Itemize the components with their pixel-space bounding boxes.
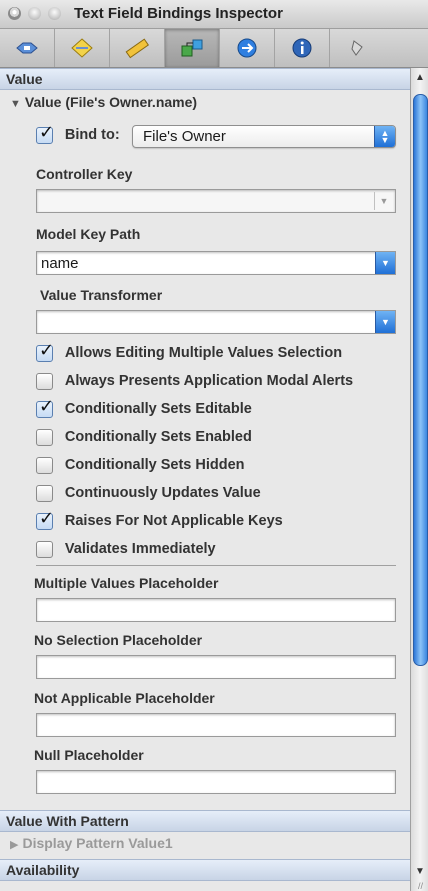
null-placeholder-label: Null Placeholder bbox=[34, 747, 144, 763]
combo-arrow-icon[interactable]: ▼ bbox=[375, 252, 395, 274]
connections-icon bbox=[237, 38, 257, 58]
controller-key-label: Controller Key bbox=[36, 166, 133, 182]
combo-arrow-icon[interactable]: ▼ bbox=[375, 311, 395, 333]
value-transformer-label: Value Transformer bbox=[40, 287, 163, 303]
option-checkbox[interactable]: ✓ bbox=[36, 396, 54, 418]
minimize-window-button[interactable] bbox=[28, 7, 41, 20]
multiple-values-placeholder-field[interactable] bbox=[36, 598, 396, 622]
controller-key-combobox[interactable]: ▼ bbox=[36, 189, 396, 213]
option-label: Allows Editing Multiple Values Selection bbox=[64, 345, 343, 362]
value-with-pattern-section-header[interactable]: Value With Pattern bbox=[0, 810, 410, 832]
attributes-icon bbox=[16, 42, 38, 54]
popup-stepper-icon: ▲ ▼ bbox=[374, 126, 395, 147]
option-checkbox[interactable] bbox=[36, 372, 53, 390]
vertical-scrollbar[interactable]: ▲ ▼ // bbox=[410, 68, 428, 891]
availability-section-header[interactable]: Availability bbox=[0, 859, 410, 881]
close-window-button[interactable] bbox=[8, 7, 21, 20]
option-row[interactable]: ✓ Conditionally Sets Editable bbox=[36, 396, 252, 422]
bindings-content: Value ▼ Value (File's Owner.name) ✓ Bind … bbox=[0, 68, 410, 891]
option-checkbox[interactable] bbox=[36, 456, 53, 474]
size-ruler-icon bbox=[125, 38, 150, 59]
option-row[interactable]: Validates Immediately bbox=[36, 540, 216, 562]
option-label: Conditionally Sets Enabled bbox=[64, 429, 252, 446]
option-checkbox[interactable]: ✓ bbox=[36, 340, 54, 362]
zoom-window-button[interactable] bbox=[48, 7, 61, 20]
not-applicable-placeholder-label: Not Applicable Placeholder bbox=[34, 690, 215, 706]
model-key-path-value: name bbox=[41, 255, 79, 272]
tab-identity[interactable] bbox=[275, 29, 330, 67]
bind-to-popup[interactable]: File's Owner ▲ ▼ bbox=[132, 125, 396, 148]
multiple-values-placeholder-label: Multiple Values Placeholder bbox=[34, 575, 219, 591]
value-group-disclosure[interactable]: ▼ Value (File's Owner.name) bbox=[0, 90, 410, 116]
tab-attributes[interactable] bbox=[0, 29, 55, 67]
bind-to-label: Bind to: bbox=[64, 127, 120, 144]
option-row[interactable]: ✓ Allows Editing Multiple Values Selecti… bbox=[36, 340, 343, 366]
option-row[interactable]: Always Presents Application Modal Alerts bbox=[36, 372, 353, 394]
value-transformer-combobox[interactable]: ▼ bbox=[36, 310, 396, 334]
bindings-icon bbox=[181, 39, 203, 57]
option-label: Raises For Not Applicable Keys bbox=[64, 513, 283, 530]
window-title: Text Field Bindings Inspector bbox=[74, 5, 283, 22]
inspector-toolbar bbox=[0, 29, 428, 68]
option-label: Conditionally Sets Hidden bbox=[64, 457, 245, 474]
option-label: Validates Immediately bbox=[64, 541, 216, 558]
scrollbar-thumb[interactable] bbox=[413, 94, 428, 666]
option-checkbox[interactable] bbox=[36, 540, 53, 558]
model-key-path-combobox[interactable]: name ▼ bbox=[36, 251, 396, 275]
no-selection-placeholder-label: No Selection Placeholder bbox=[34, 632, 203, 648]
identity-info-icon bbox=[292, 38, 312, 58]
option-checkbox[interactable]: ✓ bbox=[36, 508, 54, 530]
option-row[interactable]: Conditionally Sets Enabled bbox=[36, 428, 252, 450]
no-selection-placeholder-field[interactable] bbox=[36, 655, 396, 679]
option-label: Continuously Updates Value bbox=[64, 485, 261, 502]
scroll-up-arrow-icon[interactable]: ▲ bbox=[415, 72, 425, 83]
option-label: Conditionally Sets Editable bbox=[64, 401, 252, 418]
disclosure-triangle-open-icon: ▼ bbox=[10, 98, 21, 110]
disclosure-triangle-closed-icon: ▶ bbox=[10, 839, 19, 851]
resize-grip-icon[interactable]: // bbox=[418, 881, 423, 891]
combo-arrow-icon[interactable]: ▼ bbox=[374, 192, 393, 210]
divider bbox=[36, 565, 396, 566]
option-row[interactable]: ✓ Raises For Not Applicable Keys bbox=[36, 508, 283, 534]
display-pattern-value1-title: Display Pattern Value1 bbox=[22, 835, 173, 851]
value-section-header[interactable]: Value bbox=[0, 68, 410, 90]
bind-to-checkbox[interactable]: ✓ bbox=[36, 122, 54, 144]
bind-to-value: File's Owner bbox=[143, 128, 226, 145]
tab-size[interactable] bbox=[110, 29, 165, 67]
value-group-title: Value (File's Owner.name) bbox=[24, 94, 198, 110]
title-bar: Text Field Bindings Inspector bbox=[0, 0, 428, 29]
scroll-down-arrow-icon[interactable]: ▼ bbox=[415, 866, 425, 877]
model-key-path-label: Model Key Path bbox=[36, 226, 141, 242]
tab-connections[interactable] bbox=[220, 29, 275, 67]
option-row[interactable]: Conditionally Sets Hidden bbox=[36, 456, 245, 478]
bind-to-row: ✓ Bind to: bbox=[36, 122, 120, 148]
not-applicable-placeholder-field[interactable] bbox=[36, 713, 396, 737]
option-checkbox[interactable] bbox=[36, 484, 53, 502]
display-pattern-value1-disclosure[interactable]: ▶ Display Pattern Value1 bbox=[10, 835, 173, 851]
tab-applescript[interactable] bbox=[330, 29, 384, 67]
effects-icon bbox=[71, 38, 93, 58]
tab-bindings[interactable] bbox=[165, 29, 220, 67]
option-checkbox[interactable] bbox=[36, 428, 53, 446]
tab-effects[interactable] bbox=[55, 29, 110, 67]
option-row[interactable]: Continuously Updates Value bbox=[36, 484, 261, 506]
applescript-icon bbox=[351, 40, 363, 56]
option-label: Always Presents Application Modal Alerts bbox=[64, 373, 354, 390]
null-placeholder-field[interactable] bbox=[36, 770, 396, 794]
